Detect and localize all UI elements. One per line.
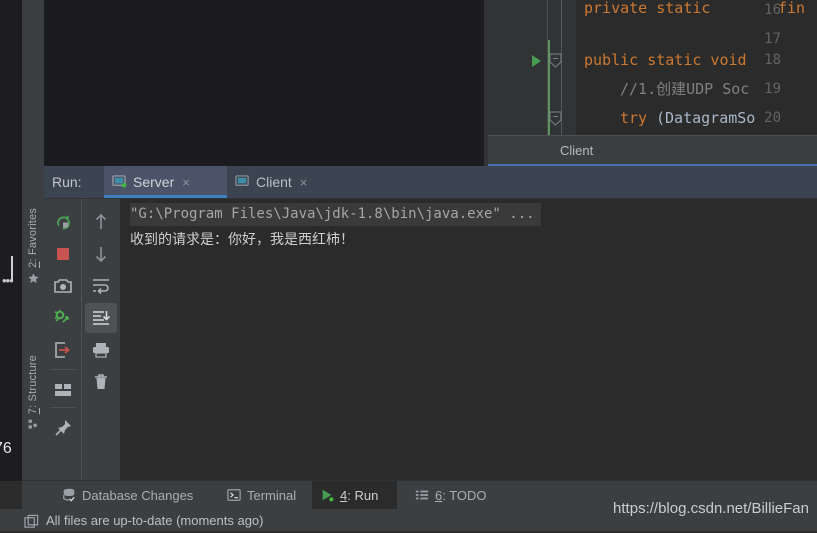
console-caret [11, 256, 13, 280]
close-icon[interactable]: × [300, 175, 308, 190]
console-toolbar-left [44, 199, 82, 480]
pin-icon[interactable] [47, 413, 79, 443]
console-run-icon [112, 175, 127, 189]
run-tab-server-label: Server [133, 174, 175, 190]
todo-list-icon [415, 488, 429, 502]
bottom-tab-database-changes[interactable]: Database Changes [54, 481, 201, 509]
line-number: 19 [764, 81, 781, 97]
status-message: All files are up-to-date (moments ago) [46, 513, 264, 528]
window-left-edge [0, 0, 22, 481]
console-line-output: 收到的请求是：你好，我是西红柿！ [130, 232, 354, 248]
bottom-tab-run-label: 4: Run [340, 487, 379, 503]
copy-window-icon[interactable] [24, 514, 39, 529]
left-edge-number: 76 [0, 440, 12, 457]
stop-icon[interactable] [47, 239, 79, 269]
console-line-command: "G:\Program Files\Java\jdk-1.8\bin\java.… [130, 203, 541, 226]
ide-window: ••• 76 2: Favorites 7: Structure 16 [0, 0, 817, 533]
console-toolbar-right [82, 199, 120, 480]
soft-wrap-icon[interactable] [85, 271, 117, 301]
bottom-tab-run[interactable]: 4: Run [312, 481, 397, 509]
favorites-mnemonic: 2 [27, 261, 39, 268]
arrow-down-icon[interactable] [85, 239, 117, 269]
structure-mnemonic: 7 [27, 407, 39, 415]
bottom-tab-todo-label: 6: TODO [435, 487, 487, 503]
code-line: try [620, 109, 648, 127]
layout-icon[interactable] [47, 375, 79, 405]
thread-dump-icon[interactable] [47, 303, 79, 333]
left-edge-marks: ••• [2, 273, 14, 288]
code-editor[interactable]: 16 17 18 19 20 private static fin public… [488, 0, 817, 136]
trash-icon[interactable] [85, 367, 117, 397]
run-window-title: Run: [52, 174, 82, 190]
bottom-tab-terminal-label: Terminal [247, 487, 297, 503]
close-icon[interactable]: × [182, 175, 190, 190]
code-line: public static void [584, 51, 747, 69]
line-number: 20 [764, 110, 781, 126]
run-tab-client-label: Client [256, 174, 292, 190]
export-icon[interactable] [47, 335, 79, 365]
sidebar-item-favorites[interactable]: 2: Favorites [22, 208, 44, 285]
run-gutter-arrow-icon[interactable] [532, 55, 541, 67]
run-window-header: Run: Server × Client × [44, 166, 817, 364]
database-icon [62, 488, 76, 502]
editor-tab-client[interactable]: Client [560, 136, 593, 166]
bottom-tab-database-changes-label: Database Changes [82, 487, 194, 503]
console-run-icon [235, 175, 250, 189]
bottom-tab-todo[interactable]: 6: TODO [407, 481, 495, 509]
code-line-continued: (DatagramSo [656, 109, 756, 127]
editor-gutter [488, 0, 548, 136]
run-console-output[interactable]: "G:\Program Files\Java\jdk-1.8\bin\java.… [120, 199, 817, 480]
terminal-icon [227, 488, 241, 502]
run-icon [320, 488, 334, 502]
arrow-up-icon[interactable] [85, 207, 117, 237]
camera-icon[interactable] [47, 271, 79, 301]
run-tab-server[interactable]: Server × [104, 166, 227, 198]
sidebar-item-favorites-label: 2: Favorites [27, 208, 39, 268]
watermark-url: https://blog.csdn.net/BillieFan [613, 500, 809, 517]
print-icon[interactable] [85, 335, 117, 365]
run-tab-client[interactable]: Client × [227, 166, 342, 198]
editor-tab-bar: Client [488, 136, 817, 166]
line-number: 18 [764, 52, 781, 68]
sidebar-item-structure[interactable]: 7: Structure [22, 355, 44, 431]
left-tool-window-bar: 2: Favorites 7: Structure [22, 0, 44, 481]
code-line-continued: fin [778, 0, 806, 17]
sidebar-item-structure-label: 7: Structure [27, 355, 39, 415]
scroll-to-end-icon[interactable] [85, 303, 117, 333]
rerun-icon[interactable] [47, 207, 79, 237]
star-icon [27, 272, 40, 285]
code-line: private static [584, 0, 720, 17]
bottom-tab-terminal[interactable]: Terminal [219, 481, 304, 509]
structure-icon [27, 418, 40, 431]
code-line: //1.创建UDP Soc [620, 80, 750, 98]
fold-marker-icon[interactable] [549, 111, 562, 126]
fold-marker-icon[interactable] [549, 53, 562, 68]
